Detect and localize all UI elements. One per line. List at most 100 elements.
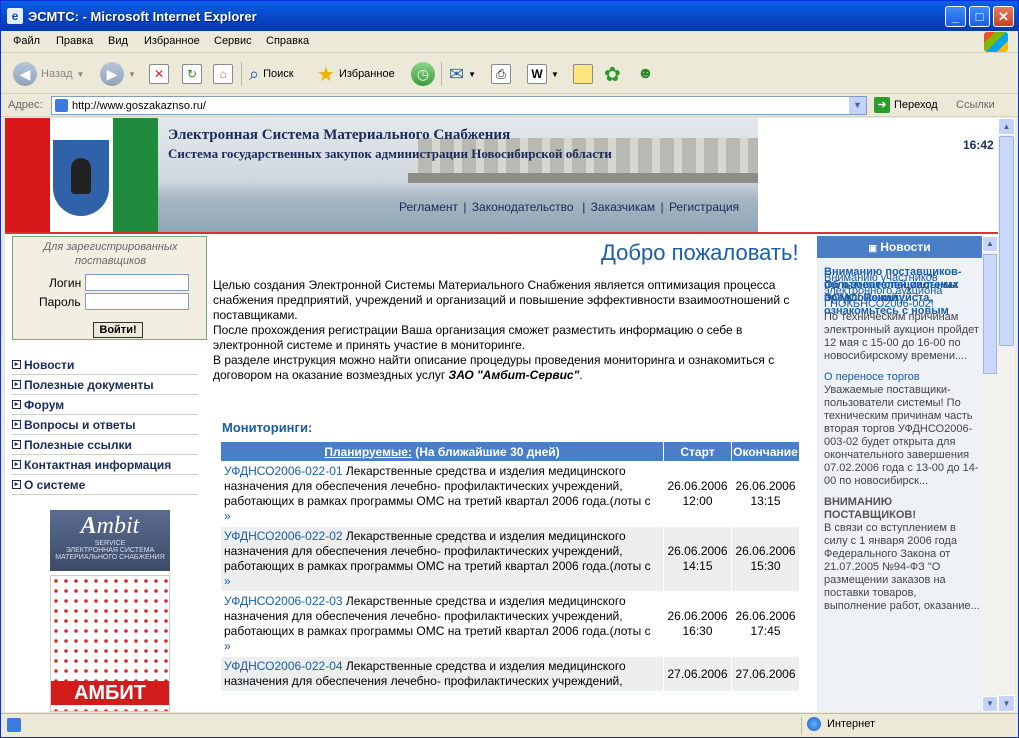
close-button[interactable]: ✕ bbox=[993, 6, 1014, 27]
scroll-down-icon[interactable]: ▼ bbox=[998, 695, 1015, 712]
favorites-button[interactable]: ★ Избранное bbox=[317, 60, 395, 88]
back-button[interactable]: ◀ Назад ▼ bbox=[13, 60, 84, 88]
lot-link[interactable]: УФДНСО2006-022-03 bbox=[224, 594, 343, 608]
word-icon: W bbox=[527, 64, 547, 84]
clock: 16:42 bbox=[963, 138, 994, 152]
sidebar-item-documents[interactable]: ▸ Полезные документы bbox=[12, 375, 198, 395]
menu-tools[interactable]: Сервис bbox=[214, 35, 252, 47]
login-header: Для зарегистрированных поставщиков bbox=[43, 241, 178, 267]
ambit-logo-text: mbit bbox=[96, 513, 140, 539]
menu-favorites[interactable]: Избранное bbox=[144, 35, 200, 47]
table-header-end: Окончание bbox=[731, 441, 800, 462]
security-zone: Интернет bbox=[807, 717, 875, 731]
password-label: Пароль bbox=[39, 295, 81, 309]
stop-icon: ✕ bbox=[149, 64, 169, 84]
sidebar-item-links[interactable]: ▸ Полезные ссылки bbox=[12, 435, 198, 455]
login-input[interactable] bbox=[85, 274, 189, 291]
nav-legislation[interactable]: Законодательство bbox=[472, 200, 574, 214]
site-subtitle: Система государственных закупок админист… bbox=[168, 146, 612, 161]
print-button[interactable]: ⎙ bbox=[491, 60, 511, 88]
sidebar-item-label: Полезные ссылки bbox=[24, 437, 132, 452]
company-name: ЗАО "Амбит-Сервис" bbox=[448, 368, 580, 382]
table-row: УФДНСО2006-022-02 Лекарственные средства… bbox=[220, 526, 800, 592]
stop-button[interactable]: ✕ bbox=[149, 60, 169, 88]
nav-registration[interactable]: Регистрация bbox=[669, 200, 739, 214]
forward-button[interactable]: ▶ ▼ bbox=[100, 60, 136, 88]
scroll-down-icon[interactable]: ▼ bbox=[982, 696, 998, 712]
menu-file[interactable]: Файл bbox=[13, 35, 40, 47]
status-divider bbox=[801, 717, 802, 735]
home-icon: ⌂ bbox=[213, 64, 233, 84]
nav-reglament[interactable]: Регламент bbox=[399, 200, 458, 214]
address-url: http://www.goszakaznso.ru/ bbox=[72, 100, 206, 112]
more-icon[interactable]: » bbox=[224, 639, 231, 653]
lot-end: 27.06.2006 bbox=[731, 656, 800, 692]
home-button[interactable]: ⌂ bbox=[213, 60, 233, 88]
address-input[interactable]: http://www.goszakaznso.ru/ ▼ bbox=[51, 96, 867, 115]
more-icon[interactable]: » bbox=[224, 574, 231, 588]
sidebar-item-faq[interactable]: ▸ Вопросы и ответы bbox=[12, 415, 198, 435]
scroll-up-icon[interactable]: ▲ bbox=[982, 236, 998, 252]
go-button[interactable]: ➜ Переход bbox=[874, 97, 938, 113]
news-item: Об отмене специальных предложений ВНИМАН… bbox=[824, 279, 982, 613]
page-status-icon bbox=[7, 718, 21, 732]
coat-of-arms-icon bbox=[53, 140, 109, 216]
lot-link[interactable]: УФДНСО2006-022-01 bbox=[224, 464, 343, 478]
maximize-button[interactable]: □ bbox=[969, 6, 990, 27]
notes-button[interactable] bbox=[573, 60, 593, 88]
news-list: Вниманию участников электронного аукцион… bbox=[824, 266, 982, 621]
lot-link[interactable]: УФДНСО2006-022-02 bbox=[224, 529, 343, 543]
table-header-planned: Планируемые: (На ближайшие 30 дней) bbox=[220, 441, 664, 462]
more-icon[interactable]: » bbox=[224, 509, 231, 523]
collapse-icon[interactable]: ▣ bbox=[868, 243, 877, 253]
edit-word-button[interactable]: W ▼ bbox=[527, 60, 559, 88]
minimize-button[interactable]: _ bbox=[945, 6, 966, 27]
flower-icon: ✿ bbox=[604, 63, 621, 86]
news-title[interactable]: О переносе торгов bbox=[824, 371, 982, 384]
login-button[interactable]: Войти! bbox=[93, 322, 143, 338]
menu-help[interactable]: Справка bbox=[266, 35, 309, 47]
intro-text: Целью создания Электронной Системы Матер… bbox=[213, 278, 805, 383]
lot-start: 27.06.2006 bbox=[663, 656, 732, 692]
sidebar-item-label: Новости bbox=[24, 357, 75, 372]
news-scrollbar[interactable]: ▲ ▼ bbox=[982, 236, 998, 712]
lot-end: 26.06.2006 17:45 bbox=[731, 591, 800, 657]
sidebar-item-about[interactable]: ▸ О системе bbox=[12, 475, 198, 495]
refresh-button[interactable]: ↻ bbox=[182, 60, 202, 88]
sidebar-item-news[interactable]: ▸ Новости bbox=[12, 355, 198, 375]
scroll-thumb[interactable] bbox=[999, 136, 1014, 346]
bullet-icon: ▸ bbox=[12, 380, 21, 389]
scroll-up-icon[interactable]: ▲ bbox=[998, 118, 1015, 135]
menu-edit[interactable]: Правка bbox=[56, 35, 93, 47]
messenger-button[interactable]: ☻ bbox=[637, 60, 654, 88]
mail-dropdown-icon: ▼ bbox=[468, 69, 477, 79]
refresh-icon: ↻ bbox=[182, 64, 202, 84]
back-dropdown-icon[interactable]: ▼ bbox=[77, 70, 85, 79]
icq-button[interactable]: ✿ bbox=[604, 60, 621, 88]
news-header: ▣ Новости bbox=[817, 236, 982, 258]
sidebar-item-forum[interactable]: ▸ Форум bbox=[12, 395, 198, 415]
intro-paragraph-3: В разделе инструкция можно найти описани… bbox=[213, 353, 775, 382]
address-dropdown-icon[interactable]: ▼ bbox=[849, 97, 866, 114]
links-button[interactable]: Ссылки bbox=[956, 99, 995, 111]
ambit-red-banner[interactable]: АМБИТ bbox=[50, 575, 170, 712]
back-label: Назад bbox=[41, 68, 73, 80]
planned-period: (На ближайшие 30 дней) bbox=[411, 444, 560, 459]
history-button[interactable]: ◷ bbox=[411, 60, 435, 88]
password-input[interactable] bbox=[85, 293, 189, 310]
forward-dropdown-icon[interactable]: ▼ bbox=[128, 70, 136, 79]
sidebar-item-contacts[interactable]: ▸ Контактная информация bbox=[12, 455, 198, 475]
scroll-thumb[interactable] bbox=[983, 254, 997, 374]
planned-link[interactable]: Планируемые: bbox=[324, 445, 412, 459]
mail-button[interactable]: ✉ ▼ bbox=[449, 60, 476, 88]
ambit-service-banner[interactable]: Ambit SERVICE ЭЛЕКТРОННАЯ СИСТЕМА МАТЕРИ… bbox=[50, 510, 170, 571]
nav-customers[interactable]: Заказчикам bbox=[591, 200, 655, 214]
edit-dropdown-icon: ▼ bbox=[551, 69, 559, 79]
menu-view[interactable]: Вид bbox=[108, 35, 128, 47]
news-header-label: Новости bbox=[880, 240, 931, 254]
search-button[interactable]: ⌕ Поиск bbox=[249, 60, 294, 88]
table-row: УФДНСО2006-022-01 Лекарственные средства… bbox=[220, 461, 800, 527]
news-title[interactable]: Вниманию поставщиков-пользователей систе… bbox=[824, 266, 982, 317]
lot-link[interactable]: УФДНСО2006-022-04 bbox=[224, 659, 343, 673]
page-scrollbar[interactable]: ▲ ▼ bbox=[998, 118, 1015, 712]
